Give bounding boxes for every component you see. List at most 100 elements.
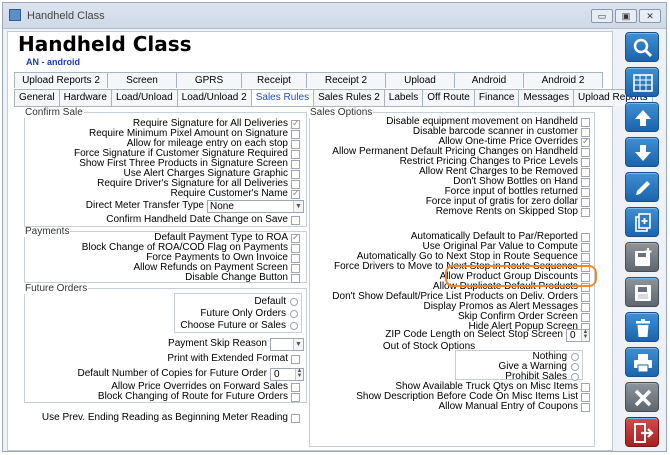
confirm-date-row[interactable]: Confirm Handheld Date Change on Save: [24, 215, 300, 225]
meter-reading-row[interactable]: Use Prev. Ending Reading as Beginning Me…: [24, 413, 300, 423]
tab-hardware[interactable]: Hardware: [58, 89, 112, 106]
future-order-radio[interactable]: [290, 322, 298, 330]
future-order-option[interactable]: Choose Future or Sales: [176, 321, 298, 331]
sales-option-checkbox[interactable]: [581, 302, 590, 312]
future-order-option-label: Block Changing of Route for Future Order…: [97, 391, 288, 402]
save-add-button[interactable]: [625, 242, 659, 272]
skip-reason-select[interactable]: ▼: [270, 337, 304, 351]
tab-upload[interactable]: Upload: [385, 72, 455, 88]
sales-option-checkbox[interactable]: [581, 292, 590, 302]
copies-stepper[interactable]: 0 ▲ ▼: [270, 367, 304, 381]
print-button[interactable]: [625, 347, 659, 377]
tab-messages[interactable]: Messages: [518, 89, 575, 106]
future-order-option-checkbox[interactable]: [291, 392, 300, 402]
tab-load-unload[interactable]: Load/Unload: [110, 89, 178, 106]
sales-option-checkbox[interactable]: [581, 117, 590, 127]
sales-option-checkbox[interactable]: [581, 207, 590, 217]
sales-option-row[interactable]: Remove Rents on Skipped Stop: [311, 207, 590, 217]
sales-option-row[interactable]: Allow Manual Entry of Coupons: [311, 402, 590, 412]
grid-button[interactable]: [625, 67, 659, 97]
future-order-label: Default: [254, 296, 286, 307]
tab-upload-reports-2[interactable]: Upload Reports 2: [14, 72, 108, 88]
sales-option-checkbox[interactable]: [581, 402, 590, 412]
move-up-button[interactable]: [625, 102, 659, 132]
edit-button[interactable]: [625, 172, 659, 202]
print-ext-row[interactable]: Print with Extended Format: [24, 354, 300, 364]
close-button[interactable]: ✕: [639, 9, 661, 23]
future-order-option-checkbox[interactable]: [291, 382, 300, 392]
print-ext-checkbox[interactable]: [291, 354, 300, 364]
payment-option-checkbox[interactable]: [291, 232, 300, 243]
confirm-sale-checkbox[interactable]: [291, 139, 300, 149]
sales-option-checkbox[interactable]: [581, 136, 590, 147]
search-button[interactable]: [625, 32, 659, 62]
future-order-option[interactable]: Default: [176, 297, 298, 307]
sales-option-label: Allow Manual Entry of Coupons: [438, 401, 578, 412]
future-order-radio[interactable]: [290, 310, 298, 318]
confirm-sale-checkbox[interactable]: [291, 159, 300, 169]
spin-arrows-icon[interactable]: ▲ ▼: [295, 368, 303, 380]
spin-arrows-icon[interactable]: ▲ ▼: [581, 329, 589, 341]
move-down-button[interactable]: [625, 137, 659, 167]
tab-android-2[interactable]: Android 2: [523, 72, 603, 88]
tab-receipt-2[interactable]: Receipt 2: [306, 72, 386, 88]
confirm-sale-checkbox[interactable]: [291, 149, 300, 159]
exit-button[interactable]: [625, 417, 659, 447]
sales-option-checkbox[interactable]: [581, 312, 590, 322]
sales-option-checkbox[interactable]: [581, 252, 590, 262]
confirm-sale-checkbox[interactable]: [291, 118, 300, 129]
sales-option-checkbox[interactable]: [581, 197, 590, 207]
payment-option-checkbox[interactable]: [291, 273, 300, 283]
future-order-option-row[interactable]: Block Changing of Route for Future Order…: [24, 392, 300, 402]
confirm-sale-checkbox[interactable]: [291, 169, 300, 179]
cancel-button[interactable]: [625, 382, 659, 412]
zip-length-row: ZIP Code Length on Select Stop Screen 0 ▲…: [311, 328, 590, 342]
future-order-option[interactable]: Future Only Orders: [176, 309, 298, 319]
zip-length-stepper[interactable]: 0 ▲ ▼: [566, 328, 590, 342]
out-of-stock-radio[interactable]: [571, 373, 579, 381]
confirm-sale-checkbox[interactable]: [291, 129, 300, 139]
copy-add-button[interactable]: [625, 207, 659, 237]
sales-option-checkbox[interactable]: [581, 392, 590, 402]
future-order-radio[interactable]: [290, 298, 298, 306]
tab-load-unload-2[interactable]: Load/Unload 2: [176, 89, 252, 106]
tab-sales-rules[interactable]: Sales Rules: [250, 89, 315, 106]
out-of-stock-radio[interactable]: [571, 363, 579, 371]
save-button[interactable]: [625, 277, 659, 307]
sales-option-checkbox[interactable]: [581, 177, 590, 187]
meter-reading-checkbox[interactable]: [291, 413, 300, 423]
confirm-sale-row[interactable]: Require Customer's Name: [24, 188, 300, 199]
minimize-button[interactable]: ▭: [591, 9, 613, 23]
sales-option-checkbox[interactable]: [581, 167, 590, 177]
future-order-label: Future Only Orders: [200, 308, 286, 319]
confirm-date-checkbox[interactable]: [291, 215, 300, 225]
tab-finance[interactable]: Finance: [473, 89, 520, 106]
tab-gprs[interactable]: GPRS: [176, 72, 242, 88]
copies-row: Default Number of Copies for Future Orde…: [24, 367, 304, 381]
maximize-button[interactable]: ▣: [615, 9, 637, 23]
payment-option-checkbox[interactable]: [291, 263, 300, 273]
out-of-stock-radio[interactable]: [571, 353, 579, 361]
save-add-icon: [635, 248, 652, 266]
sales-option-checkbox[interactable]: [581, 382, 590, 392]
tab-screen[interactable]: Screen: [107, 72, 177, 88]
delete-button[interactable]: [625, 312, 659, 342]
sales-option-checkbox[interactable]: [581, 242, 590, 252]
payment-option-checkbox[interactable]: [291, 253, 300, 263]
tab-sales-rules-2[interactable]: Sales Rules 2: [313, 89, 385, 106]
payments-list: Default Payment Type to ROABlock Change …: [24, 232, 300, 283]
tab-receipt[interactable]: Receipt: [241, 72, 307, 88]
payment-option-checkbox[interactable]: [291, 243, 300, 253]
confirm-sale-checkbox[interactable]: [291, 188, 300, 199]
sales-option-checkbox[interactable]: [581, 157, 590, 167]
sales-option-checkbox[interactable]: [581, 187, 590, 197]
skip-reason-label: Payment Skip Reason: [168, 338, 267, 349]
meter-transfer-select[interactable]: None ▼: [207, 199, 304, 213]
tab-off-route[interactable]: Off Route: [422, 89, 475, 106]
tab-labels[interactable]: Labels: [383, 89, 424, 106]
sales-option-checkbox[interactable]: [581, 147, 590, 157]
tab-general[interactable]: General: [14, 89, 60, 106]
tab-android[interactable]: Android: [454, 72, 524, 88]
sales-option-checkbox[interactable]: [581, 232, 590, 242]
payment-option-row[interactable]: Disable Change Button: [24, 273, 300, 283]
